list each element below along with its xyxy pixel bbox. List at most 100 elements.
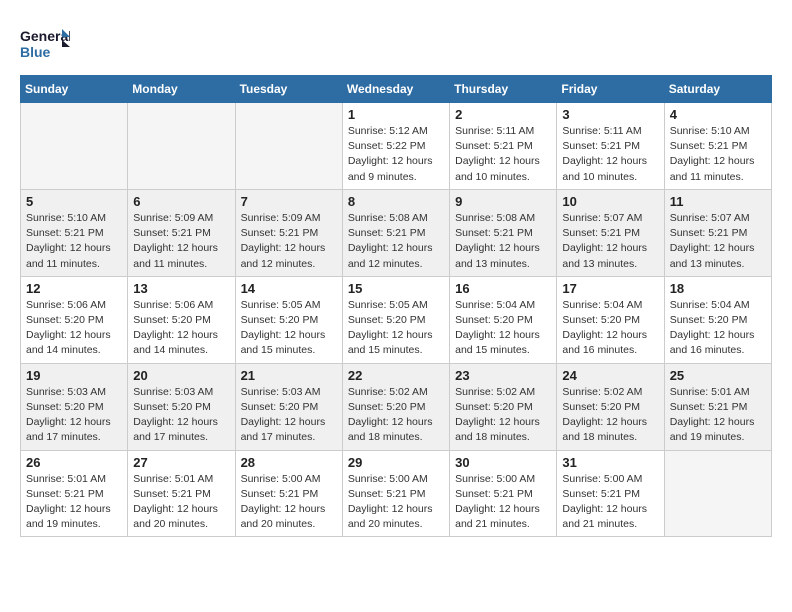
day-info: Sunrise: 5:03 AMSunset: 5:20 PMDaylight:… (26, 385, 122, 446)
day-info: Sunrise: 5:10 AMSunset: 5:21 PMDaylight:… (26, 211, 122, 272)
calendar-cell: 11 Sunrise: 5:07 AMSunset: 5:21 PMDayligh… (664, 189, 771, 276)
day-info: Sunrise: 5:03 AMSunset: 5:20 PMDaylight:… (241, 385, 337, 446)
day-number: 12 (26, 281, 122, 296)
calendar-cell: 27 Sunrise: 5:01 AMSunset: 5:21 PMDayligh… (128, 450, 235, 537)
weekday-header-sunday: Sunday (21, 76, 128, 103)
day-number: 13 (133, 281, 229, 296)
day-number: 17 (562, 281, 658, 296)
calendar-cell: 6Sunrise: 5:09 AMSunset: 5:21 PMDaylight… (128, 189, 235, 276)
week-row-3: 12 Sunrise: 5:06 AMSunset: 5:20 PMDayligh… (21, 276, 772, 363)
calendar-cell (664, 450, 771, 537)
day-number: 10 (562, 194, 658, 209)
calendar-cell: 22 Sunrise: 5:02 AMSunset: 5:20 PMDayligh… (342, 363, 449, 450)
day-number: 3 (562, 107, 658, 122)
calendar-table: SundayMondayTuesdayWednesdayThursdayFrid… (20, 75, 772, 537)
day-info: Sunrise: 5:02 AMSunset: 5:20 PMDaylight:… (455, 385, 551, 446)
day-info: Sunrise: 5:04 AMSunset: 5:20 PMDaylight:… (455, 298, 551, 359)
day-info: Sunrise: 5:03 AMSunset: 5:20 PMDaylight:… (133, 385, 229, 446)
day-number: 4 (670, 107, 766, 122)
calendar-cell: 24 Sunrise: 5:02 AMSunset: 5:20 PMDayligh… (557, 363, 664, 450)
calendar-cell: 3 Sunrise: 5:11 AMSunset: 5:21 PMDaylight… (557, 103, 664, 190)
header: GeneralBlue (20, 20, 772, 65)
day-number: 30 (455, 455, 551, 470)
calendar-cell (21, 103, 128, 190)
weekday-header-wednesday: Wednesday (342, 76, 449, 103)
day-number: 2 (455, 107, 551, 122)
day-number: 14 (241, 281, 337, 296)
weekday-header-row: SundayMondayTuesdayWednesdayThursdayFrid… (21, 76, 772, 103)
calendar-cell: 29 Sunrise: 5:00 AMSunset: 5:21 PMDayligh… (342, 450, 449, 537)
day-number: 15 (348, 281, 444, 296)
day-info: Sunrise: 5:10 AMSunset: 5:21 PMDaylight:… (670, 124, 766, 185)
day-number: 18 (670, 281, 766, 296)
calendar-cell: 30 Sunrise: 5:00 AMSunset: 5:21 PMDayligh… (450, 450, 557, 537)
logo-graphic: GeneralBlue (20, 25, 70, 65)
day-number: 24 (562, 368, 658, 383)
day-info: Sunrise: 5:02 AMSunset: 5:20 PMDaylight:… (562, 385, 658, 446)
logo: GeneralBlue (20, 25, 70, 65)
week-row-5: 26 Sunrise: 5:01 AMSunset: 5:21 PMDayligh… (21, 450, 772, 537)
day-info: Sunrise: 5:06 AMSunset: 5:20 PMDaylight:… (133, 298, 229, 359)
day-info: Sunrise: 5:00 AMSunset: 5:21 PMDaylight:… (455, 472, 551, 533)
day-number: 27 (133, 455, 229, 470)
day-info: Sunrise: 5:02 AMSunset: 5:20 PMDaylight:… (348, 385, 444, 446)
calendar-cell: 12 Sunrise: 5:06 AMSunset: 5:20 PMDayligh… (21, 276, 128, 363)
day-number: 16 (455, 281, 551, 296)
calendar-cell: 10 Sunrise: 5:07 AMSunset: 5:21 PMDayligh… (557, 189, 664, 276)
day-info: Sunrise: 5:01 AMSunset: 5:21 PMDaylight:… (26, 472, 122, 533)
day-info: Sunrise: 5:11 AMSunset: 5:21 PMDaylight:… (562, 124, 658, 185)
calendar-cell: 19Sunrise: 5:03 AMSunset: 5:20 PMDayligh… (21, 363, 128, 450)
week-row-4: 19Sunrise: 5:03 AMSunset: 5:20 PMDayligh… (21, 363, 772, 450)
day-info: Sunrise: 5:11 AMSunset: 5:21 PMDaylight:… (455, 124, 551, 185)
day-number: 26 (26, 455, 122, 470)
day-number: 22 (348, 368, 444, 383)
day-number: 28 (241, 455, 337, 470)
day-info: Sunrise: 5:00 AMSunset: 5:21 PMDaylight:… (348, 472, 444, 533)
day-number: 21 (241, 368, 337, 383)
week-row-2: 5 Sunrise: 5:10 AMSunset: 5:21 PMDaylight… (21, 189, 772, 276)
calendar-cell: 23 Sunrise: 5:02 AMSunset: 5:20 PMDayligh… (450, 363, 557, 450)
calendar-cell: 9Sunrise: 5:08 AMSunset: 5:21 PMDaylight… (450, 189, 557, 276)
day-number: 5 (26, 194, 122, 209)
calendar-cell: 28 Sunrise: 5:00 AMSunset: 5:21 PMDayligh… (235, 450, 342, 537)
calendar-cell: 21 Sunrise: 5:03 AMSunset: 5:20 PMDayligh… (235, 363, 342, 450)
calendar-cell: 7 Sunrise: 5:09 AMSunset: 5:21 PMDaylight… (235, 189, 342, 276)
day-info: Sunrise: 5:09 AMSunset: 5:21 PMDaylight:… (133, 211, 229, 272)
day-info: Sunrise: 5:08 AMSunset: 5:21 PMDaylight:… (348, 211, 444, 272)
calendar-cell: 25 Sunrise: 5:01 AMSunset: 5:21 PMDayligh… (664, 363, 771, 450)
day-info: Sunrise: 5:05 AMSunset: 5:20 PMDaylight:… (241, 298, 337, 359)
calendar-cell (128, 103, 235, 190)
weekday-header-monday: Monday (128, 76, 235, 103)
svg-text:Blue: Blue (20, 44, 51, 60)
day-info: Sunrise: 5:05 AMSunset: 5:20 PMDaylight:… (348, 298, 444, 359)
day-number: 1 (348, 107, 444, 122)
day-number: 11 (670, 194, 766, 209)
day-number: 25 (670, 368, 766, 383)
calendar-cell: 5 Sunrise: 5:10 AMSunset: 5:21 PMDaylight… (21, 189, 128, 276)
day-info: Sunrise: 5:01 AMSunset: 5:21 PMDaylight:… (133, 472, 229, 533)
day-number: 23 (455, 368, 551, 383)
day-info: Sunrise: 5:06 AMSunset: 5:20 PMDaylight:… (26, 298, 122, 359)
weekday-header-thursday: Thursday (450, 76, 557, 103)
day-info: Sunrise: 5:01 AMSunset: 5:21 PMDaylight:… (670, 385, 766, 446)
calendar-cell: 8 Sunrise: 5:08 AMSunset: 5:21 PMDaylight… (342, 189, 449, 276)
day-number: 8 (348, 194, 444, 209)
day-info: Sunrise: 5:07 AMSunset: 5:21 PMDaylight:… (670, 211, 766, 272)
calendar-cell: 2 Sunrise: 5:11 AMSunset: 5:21 PMDaylight… (450, 103, 557, 190)
calendar-cell: 14 Sunrise: 5:05 AMSunset: 5:20 PMDayligh… (235, 276, 342, 363)
day-number: 9 (455, 194, 551, 209)
day-number: 29 (348, 455, 444, 470)
day-info: Sunrise: 5:00 AMSunset: 5:21 PMDaylight:… (241, 472, 337, 533)
day-info: Sunrise: 5:00 AMSunset: 5:21 PMDaylight:… (562, 472, 658, 533)
day-info: Sunrise: 5:09 AMSunset: 5:21 PMDaylight:… (241, 211, 337, 272)
calendar-cell: 16 Sunrise: 5:04 AMSunset: 5:20 PMDayligh… (450, 276, 557, 363)
day-number: 7 (241, 194, 337, 209)
calendar-cell: 4 Sunrise: 5:10 AMSunset: 5:21 PMDaylight… (664, 103, 771, 190)
calendar-cell: 20Sunrise: 5:03 AMSunset: 5:20 PMDayligh… (128, 363, 235, 450)
week-row-1: 1Sunrise: 5:12 AMSunset: 5:22 PMDaylight… (21, 103, 772, 190)
calendar-cell: 31Sunrise: 5:00 AMSunset: 5:21 PMDayligh… (557, 450, 664, 537)
day-info: Sunrise: 5:07 AMSunset: 5:21 PMDaylight:… (562, 211, 658, 272)
calendar-cell: 1Sunrise: 5:12 AMSunset: 5:22 PMDaylight… (342, 103, 449, 190)
calendar-cell: 26 Sunrise: 5:01 AMSunset: 5:21 PMDayligh… (21, 450, 128, 537)
calendar-cell (235, 103, 342, 190)
